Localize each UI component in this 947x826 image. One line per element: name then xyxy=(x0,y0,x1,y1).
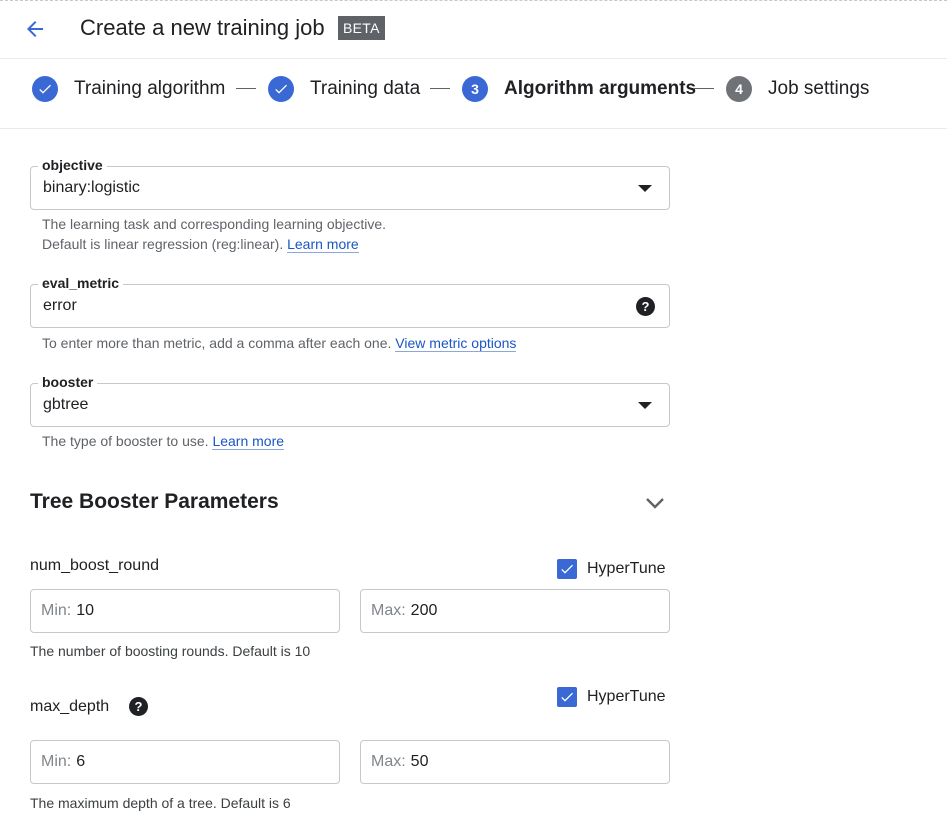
objective-hint: The learning task and corresponding lear… xyxy=(42,214,386,254)
header-divider xyxy=(0,58,947,59)
objective-label: objective xyxy=(38,156,107,174)
booster-value: gbtree xyxy=(43,396,89,413)
objective-hint-text: Default is linear regression (reg:linear… xyxy=(42,236,284,252)
max-prefix: Max: xyxy=(371,602,406,619)
min-prefix: Min: xyxy=(41,602,72,619)
booster-select[interactable]: booster gbtree xyxy=(30,373,670,427)
help-circle-icon[interactable]: ? xyxy=(636,297,655,316)
page-header: Create a new training job BETA xyxy=(0,0,947,58)
step-label: Algorithm arguments xyxy=(504,78,697,99)
eval-metric-input[interactable]: eval_metric error ? xyxy=(30,274,670,328)
eval-metric-value: error xyxy=(43,297,77,314)
step-number-badge: 4 xyxy=(726,76,752,102)
arrow-left-icon xyxy=(27,21,43,37)
num-boost-round-hypertune-checkbox[interactable]: HyperTune xyxy=(557,559,666,579)
step-label: Training data xyxy=(310,78,421,99)
caret-down-icon[interactable] xyxy=(638,185,652,192)
max-depth-label: max_depth xyxy=(30,698,110,715)
eval-metric-hint-text: To enter more than metric, add a comma a… xyxy=(42,335,392,351)
step-training-data[interactable]: Training data xyxy=(268,74,420,104)
step-connector xyxy=(236,88,256,89)
booster-hint-text: The type of booster to use. xyxy=(42,433,209,449)
num-boost-round-label: num_boost_round xyxy=(30,557,159,574)
max-value: 50 xyxy=(410,753,429,770)
booster-learn-more-link[interactable]: Learn more xyxy=(212,433,285,450)
step-label: Training algorithm xyxy=(74,78,226,99)
view-metric-options-link[interactable]: View metric options xyxy=(395,335,517,352)
booster-label: booster xyxy=(38,373,98,391)
check-icon xyxy=(268,76,294,102)
step-number-badge: 3 xyxy=(462,76,488,102)
objective-learn-more-link[interactable]: Learn more xyxy=(287,236,359,253)
eval-metric-hint: To enter more than metric, add a comma a… xyxy=(42,333,517,353)
help-circle-icon[interactable]: ? xyxy=(129,697,148,716)
step-training-algorithm[interactable]: Training algorithm xyxy=(32,74,225,104)
step-connector xyxy=(430,88,450,89)
hypertune-label: HyperTune xyxy=(587,688,666,705)
objective-hint-line1: The learning task and corresponding lear… xyxy=(42,216,386,232)
stepper: Training algorithm Training data 3 Algor… xyxy=(0,60,947,120)
eval-metric-label: eval_metric xyxy=(38,274,124,292)
step-label: Job settings xyxy=(768,78,870,99)
max-depth-hint: The maximum depth of a tree. Default is … xyxy=(30,795,291,811)
checkbox-checked-icon xyxy=(557,559,577,579)
objective-value: binary:logistic xyxy=(43,179,140,196)
num-boost-round-hint: The number of boosting rounds. Default i… xyxy=(30,643,311,659)
stepper-divider xyxy=(0,128,947,129)
caret-down-icon[interactable] xyxy=(638,402,652,409)
objective-select[interactable]: objective binary:logistic xyxy=(30,156,670,210)
chevron-down-icon[interactable] xyxy=(644,493,666,513)
step-job-settings[interactable]: 4 Job settings xyxy=(726,74,869,104)
min-value: 10 xyxy=(76,602,95,619)
beta-badge: BETA xyxy=(338,16,385,40)
check-icon xyxy=(32,76,58,102)
num-boost-round-max-input[interactable]: Max: 200 xyxy=(360,589,670,633)
max-depth-max-input[interactable]: Max: 50 xyxy=(360,740,670,784)
max-depth-hypertune-checkbox[interactable]: HyperTune xyxy=(557,687,666,707)
num-boost-round-min-input[interactable]: Min: 10 xyxy=(30,589,340,633)
back-button[interactable] xyxy=(20,14,50,44)
page-title: Create a new training job xyxy=(80,15,325,40)
checkbox-checked-icon xyxy=(557,687,577,707)
max-depth-min-input[interactable]: Min: 6 xyxy=(30,740,340,784)
hypertune-label: HyperTune xyxy=(587,560,666,577)
step-algorithm-arguments[interactable]: 3 Algorithm arguments xyxy=(462,74,696,104)
section-title: Tree Booster Parameters xyxy=(30,490,279,513)
booster-hint: The type of booster to use. Learn more xyxy=(42,431,285,451)
objective-hint-line2: Default is linear regression (reg:linear… xyxy=(42,234,386,254)
step-connector xyxy=(694,88,714,89)
min-prefix: Min: xyxy=(41,753,72,770)
min-value: 6 xyxy=(76,753,86,770)
max-prefix: Max: xyxy=(371,753,406,770)
max-value: 200 xyxy=(410,602,438,619)
